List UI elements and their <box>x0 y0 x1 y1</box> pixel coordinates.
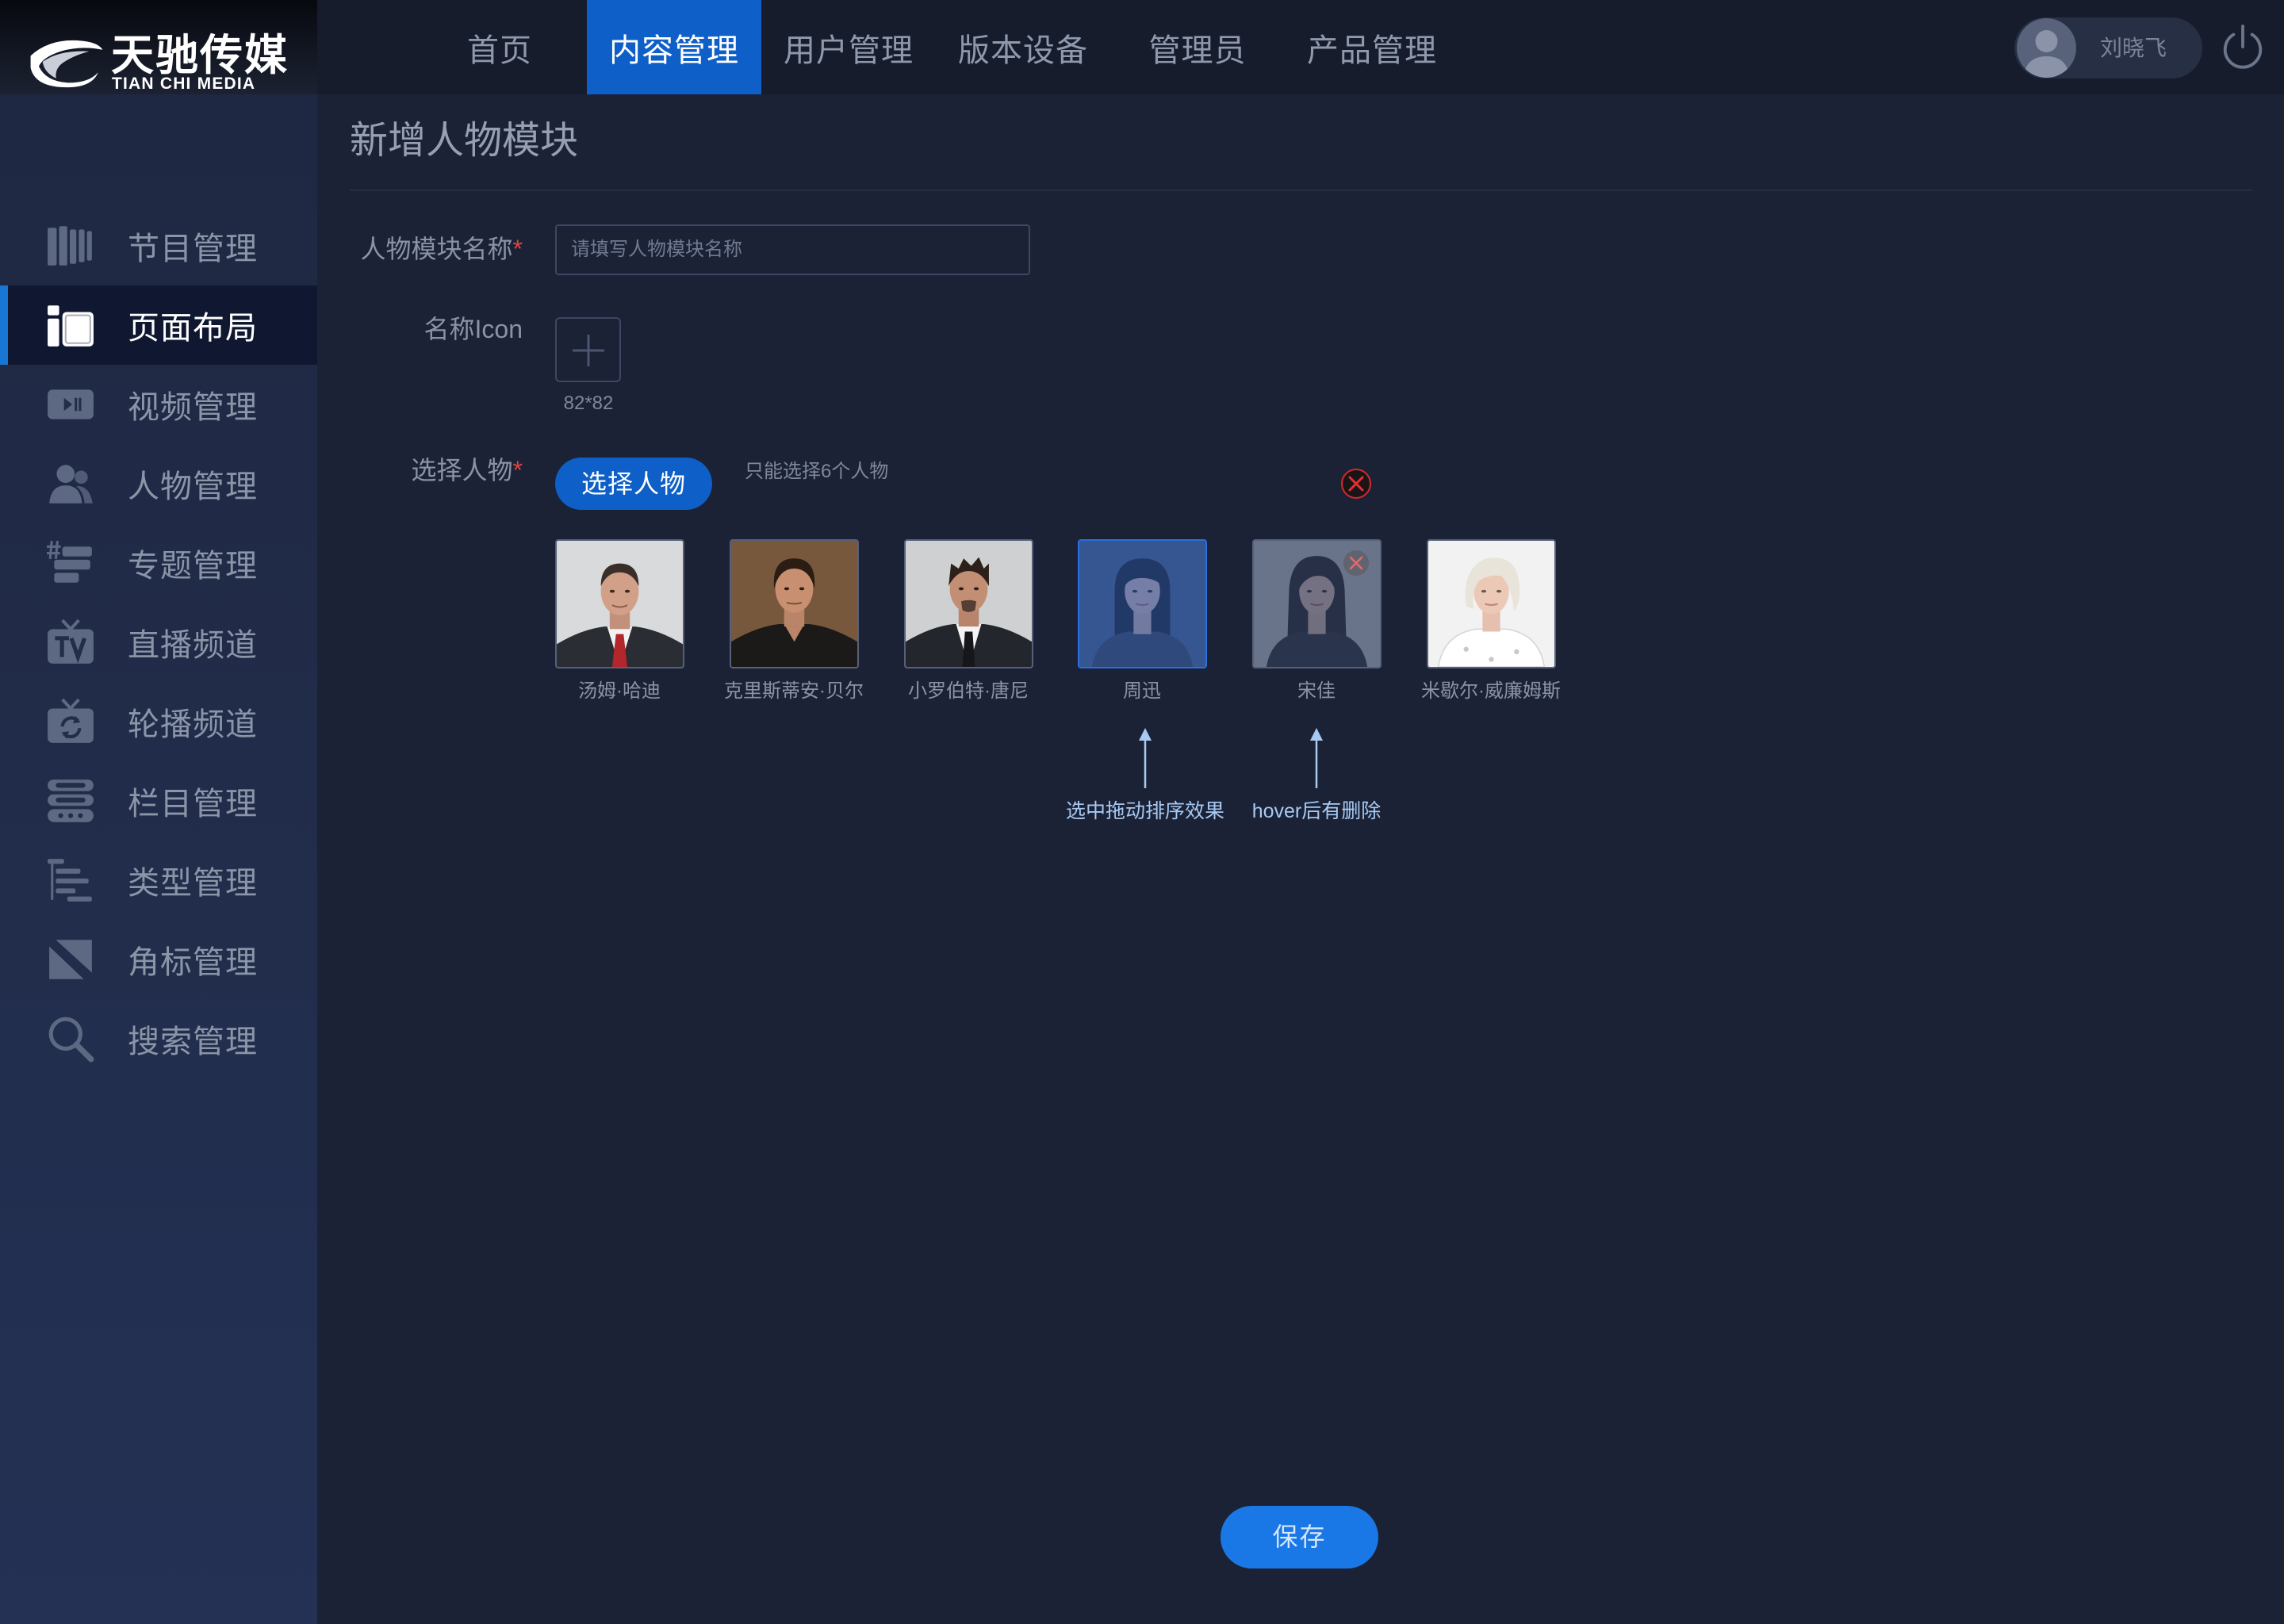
person-photo[interactable] <box>729 539 859 668</box>
portrait-image <box>730 541 857 667</box>
required-mark: * <box>512 456 523 485</box>
icon-upload-button[interactable] <box>555 317 621 382</box>
user-avatar-icon <box>2017 18 2076 78</box>
save-button[interactable]: 保存 <box>1221 1506 1378 1568</box>
icon-size-hint: 82*82 <box>563 393 614 414</box>
sidebar-item-badges[interactable]: 角标管理 <box>0 920 317 999</box>
sidebar-item-label: 直播频道 <box>128 628 258 663</box>
type-tree-icon <box>46 856 95 905</box>
brand-name-cn: 天驰传媒 <box>111 32 289 79</box>
page-title: 新增人物模块 <box>350 120 579 162</box>
delete-person-button[interactable] <box>1343 550 1370 576</box>
plus-icon <box>573 335 604 366</box>
sidebar-item-topics[interactable]: 专题管理 <box>0 523 317 603</box>
sidebar-item-label: 角标管理 <box>128 945 258 980</box>
photo-overlay <box>1079 541 1205 667</box>
user-name: 刘晓飞 <box>2099 36 2167 60</box>
top-nav: 首页 内容管理 用户管理 版本设备 管理员 产品管理 <box>412 0 1459 94</box>
person-item[interactable]: 小罗伯特·唐尼 <box>881 539 1056 703</box>
tv-icon <box>46 618 95 667</box>
brand-logo[interactable]: 天驰传媒 TIAN CHI MEDIA <box>0 0 317 94</box>
person-photo[interactable] <box>1251 539 1382 668</box>
sidebar-item-label: 类型管理 <box>128 866 258 901</box>
person-photo[interactable] <box>554 539 684 668</box>
title-divider <box>350 190 2252 191</box>
person-name: 周迅 <box>1123 680 1161 702</box>
person-name: 克里斯蒂安·贝尔 <box>724 680 864 702</box>
person-name: 汤姆·哈迪 <box>578 680 661 702</box>
power-icon[interactable] <box>2220 24 2266 70</box>
people-icon <box>46 459 95 508</box>
close-icon <box>1343 550 1369 576</box>
person-item[interactable]: 汤姆·哈迪 <box>532 539 707 703</box>
nav-tab-devices[interactable]: 版本设备 <box>936 0 1110 94</box>
sidebar-item-label: 视频管理 <box>128 390 258 425</box>
annotation-hover-delete: hover后有删除 <box>1251 800 1382 822</box>
select-people-button[interactable]: 选择人物 <box>555 458 712 510</box>
person-photo[interactable] <box>903 539 1033 668</box>
search-icon <box>46 1014 95 1063</box>
topic-icon <box>46 538 95 588</box>
nav-tab-products[interactable]: 产品管理 <box>1285 0 1459 94</box>
person-item[interactable]: 米歇尔·威廉姆斯 <box>1404 539 1578 703</box>
person-photo[interactable] <box>1077 539 1207 668</box>
sidebar-item-label: 搜索管理 <box>128 1025 258 1059</box>
annotation-arrow-up-icon <box>1139 728 1152 788</box>
name-icon-label: 名称Icon <box>423 315 523 343</box>
person-item[interactable]: 周迅 <box>1055 539 1229 703</box>
program-icon <box>46 221 95 270</box>
sidebar-item-search[interactable]: 搜索管理 <box>0 999 317 1078</box>
carousel-tv-icon <box>46 697 95 746</box>
nav-tab-content[interactable]: 内容管理 <box>587 0 761 94</box>
person-item[interactable]: 宋佳 <box>1229 539 1404 703</box>
person-item[interactable]: 克里斯蒂安·贝尔 <box>707 539 881 703</box>
column-icon <box>46 776 95 825</box>
portrait-image <box>905 541 1032 667</box>
badge-icon <box>46 935 95 984</box>
video-icon <box>46 380 95 429</box>
nav-tab-home[interactable]: 首页 <box>412 0 587 94</box>
sidebar-item-label: 栏目管理 <box>128 787 258 822</box>
select-people-label: 选择人物* <box>238 454 523 486</box>
delete-icon-hover-preview[interactable] <box>1340 468 1372 500</box>
select-people-label-text: 选择人物 <box>411 456 513 485</box>
module-name-label-text: 人物模块名称 <box>360 235 513 263</box>
sidebar-item-videos[interactable]: 视频管理 <box>0 365 317 444</box>
sidebar-item-label: 轮播频道 <box>128 707 258 742</box>
sidebar-item-columns[interactable]: 栏目管理 <box>0 761 317 841</box>
portrait-image <box>1428 541 1554 667</box>
user-menu[interactable]: 刘晓飞 <box>2014 17 2202 79</box>
select-people-hint: 只能选择6个人物 <box>745 461 889 482</box>
portrait-image <box>556 541 683 667</box>
person-name: 宋佳 <box>1297 680 1336 702</box>
layout-icon <box>46 301 95 350</box>
module-name-input[interactable] <box>555 224 1030 275</box>
person-name: 米歇尔·威廉姆斯 <box>1421 680 1561 702</box>
nav-tab-admins[interactable]: 管理员 <box>1110 0 1285 94</box>
annotation-arrow-up-icon <box>1310 728 1323 788</box>
sidebar-item-label: 专题管理 <box>128 549 258 584</box>
sidebar-item-carousel-channels[interactable]: 轮播频道 <box>0 682 317 761</box>
person-photo[interactable] <box>1426 539 1556 668</box>
module-name-label: 人物模块名称* <box>238 233 523 265</box>
brand-name-en: TIAN CHI MEDIA <box>112 75 256 93</box>
nav-tab-users[interactable]: 用户管理 <box>761 0 936 94</box>
sidebar-item-types[interactable]: 类型管理 <box>0 841 317 920</box>
sidebar-item-live-channels[interactable]: 直播频道 <box>0 603 317 682</box>
person-name: 小罗伯特·唐尼 <box>908 680 1029 702</box>
required-mark: * <box>512 235 523 263</box>
swoosh-logo-icon <box>30 40 103 88</box>
